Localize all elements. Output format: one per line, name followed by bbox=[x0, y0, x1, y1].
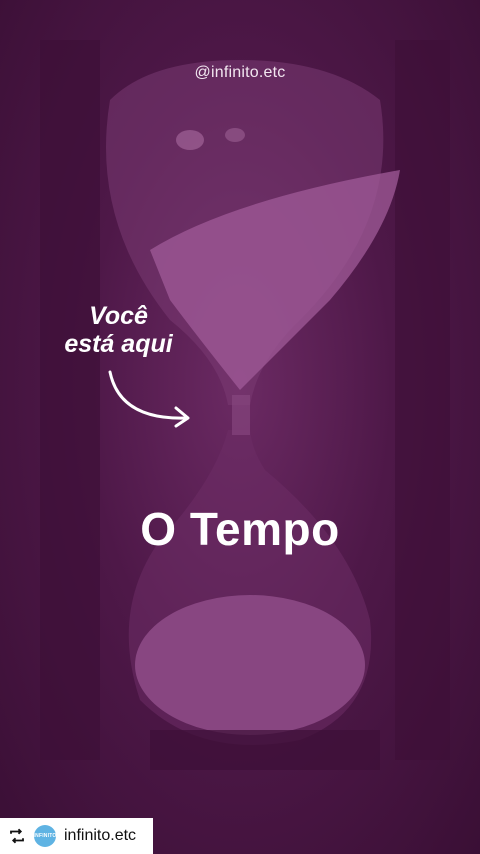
avatar-text: INFINITO bbox=[33, 833, 57, 839]
arrow-icon bbox=[108, 370, 188, 420]
post-image: @infinito.etc Você está aqui O Tempo INF… bbox=[0, 0, 480, 854]
hourglass-illustration bbox=[40, 40, 450, 770]
avatar[interactable]: INFINITO bbox=[34, 825, 56, 847]
annotation-line-2: está aqui bbox=[64, 330, 173, 358]
repost-username[interactable]: infinito.etc bbox=[64, 827, 136, 845]
you-are-here-annotation: Você está aqui bbox=[56, 302, 181, 358]
repost-bar[interactable]: INFINITO infinito.etc bbox=[0, 818, 153, 854]
post-title: O Tempo bbox=[140, 503, 340, 555]
repost-icon bbox=[10, 828, 24, 844]
account-handle: @infinito.etc bbox=[194, 64, 286, 81]
annotation-line-1: Você bbox=[89, 302, 148, 330]
